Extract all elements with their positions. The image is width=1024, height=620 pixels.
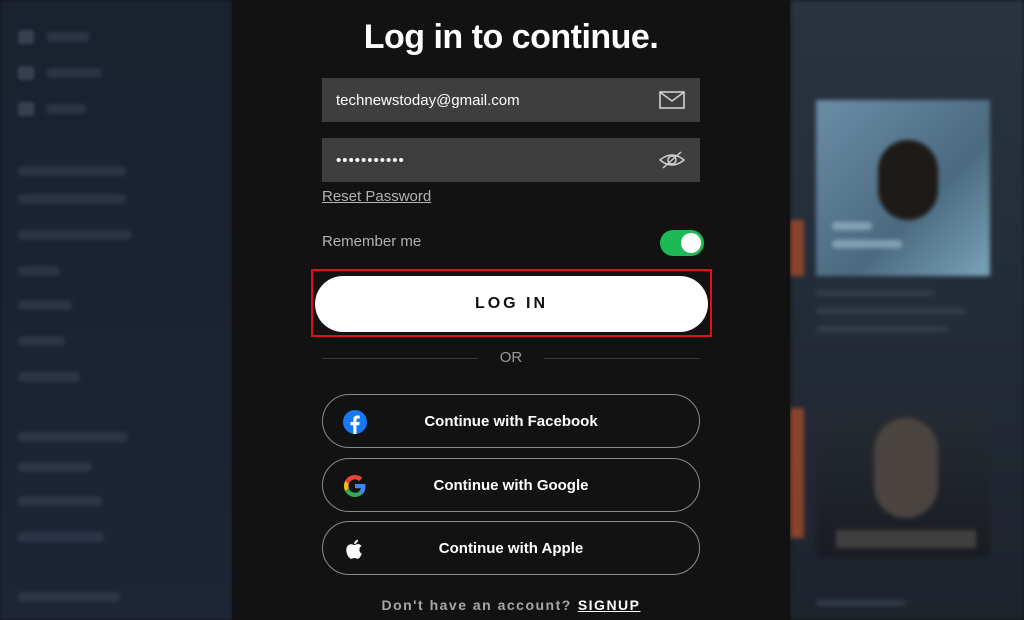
bg-bar: [18, 230, 132, 240]
email-field[interactable]: [322, 78, 700, 122]
bg-bar: [816, 308, 966, 314]
google-icon: [343, 474, 367, 498]
bg-bar: [816, 600, 906, 606]
bg-bar: [18, 462, 92, 472]
reset-password-link[interactable]: Reset Password: [322, 188, 431, 205]
toggle-knob: [681, 233, 701, 253]
background-content: [790, 0, 1024, 620]
bg-bar: [18, 532, 104, 542]
bg-bar: [832, 222, 872, 230]
bg-stripe: [790, 408, 804, 538]
bg-bar: [18, 336, 66, 346]
bg-album-card: [816, 100, 990, 276]
continue-with-apple-button[interactable]: Continue with Apple: [322, 521, 700, 575]
bg-artwork-text: [836, 530, 976, 548]
login-button[interactable]: LOG IN: [315, 276, 708, 332]
bg-bar: [46, 104, 86, 114]
bg-bar: [18, 194, 126, 204]
background-sidebar: [0, 0, 232, 620]
search-icon: [18, 66, 34, 80]
bg-bar: [832, 240, 902, 248]
email-input[interactable]: [336, 91, 658, 109]
bg-bar: [46, 68, 102, 78]
mail-icon: [658, 88, 686, 112]
bg-artwork: [874, 418, 938, 518]
bg-bar: [18, 266, 60, 276]
bg-bar: [18, 300, 72, 310]
signup-link[interactable]: SIGNUP: [578, 597, 641, 613]
facebook-icon: [343, 410, 367, 434]
password-field[interactable]: [322, 138, 700, 182]
home-icon: [18, 30, 34, 44]
bg-artwork: [878, 140, 938, 220]
bg-bar: [18, 372, 80, 382]
login-modal: Log in to continue. Reset Password Remem…: [232, 0, 790, 620]
or-divider: OR: [322, 348, 700, 368]
bg-bar: [46, 32, 90, 42]
bg-album-card: [816, 408, 990, 558]
password-input[interactable]: [336, 151, 658, 169]
bg-bar: [18, 166, 126, 176]
bg-stripe: [790, 220, 804, 276]
page-title: Log in to continue.: [363, 18, 659, 56]
continue-with-facebook-button[interactable]: Continue with Facebook: [322, 394, 700, 448]
apple-button-label: Continue with Apple: [438, 539, 584, 557]
continue-with-google-button[interactable]: Continue with Google: [322, 458, 700, 512]
bg-bar: [816, 326, 948, 332]
divider-line: [544, 358, 700, 359]
bg-bar: [18, 592, 120, 602]
signup-prompt-text: Don't have an account?: [381, 597, 572, 613]
bg-bar: [18, 496, 102, 506]
bg-bar: [816, 290, 934, 296]
signup-prompt: Don't have an account? SIGNUP: [232, 597, 790, 613]
facebook-button-label: Continue with Facebook: [424, 412, 598, 430]
library-icon: [18, 102, 34, 116]
apple-icon: [343, 537, 367, 561]
eye-off-icon[interactable]: [658, 148, 686, 172]
google-button-label: Continue with Google: [433, 476, 589, 494]
bg-bar: [18, 432, 128, 442]
remember-me-toggle[interactable]: [660, 230, 704, 256]
remember-me-label: Remember me: [322, 233, 422, 250]
